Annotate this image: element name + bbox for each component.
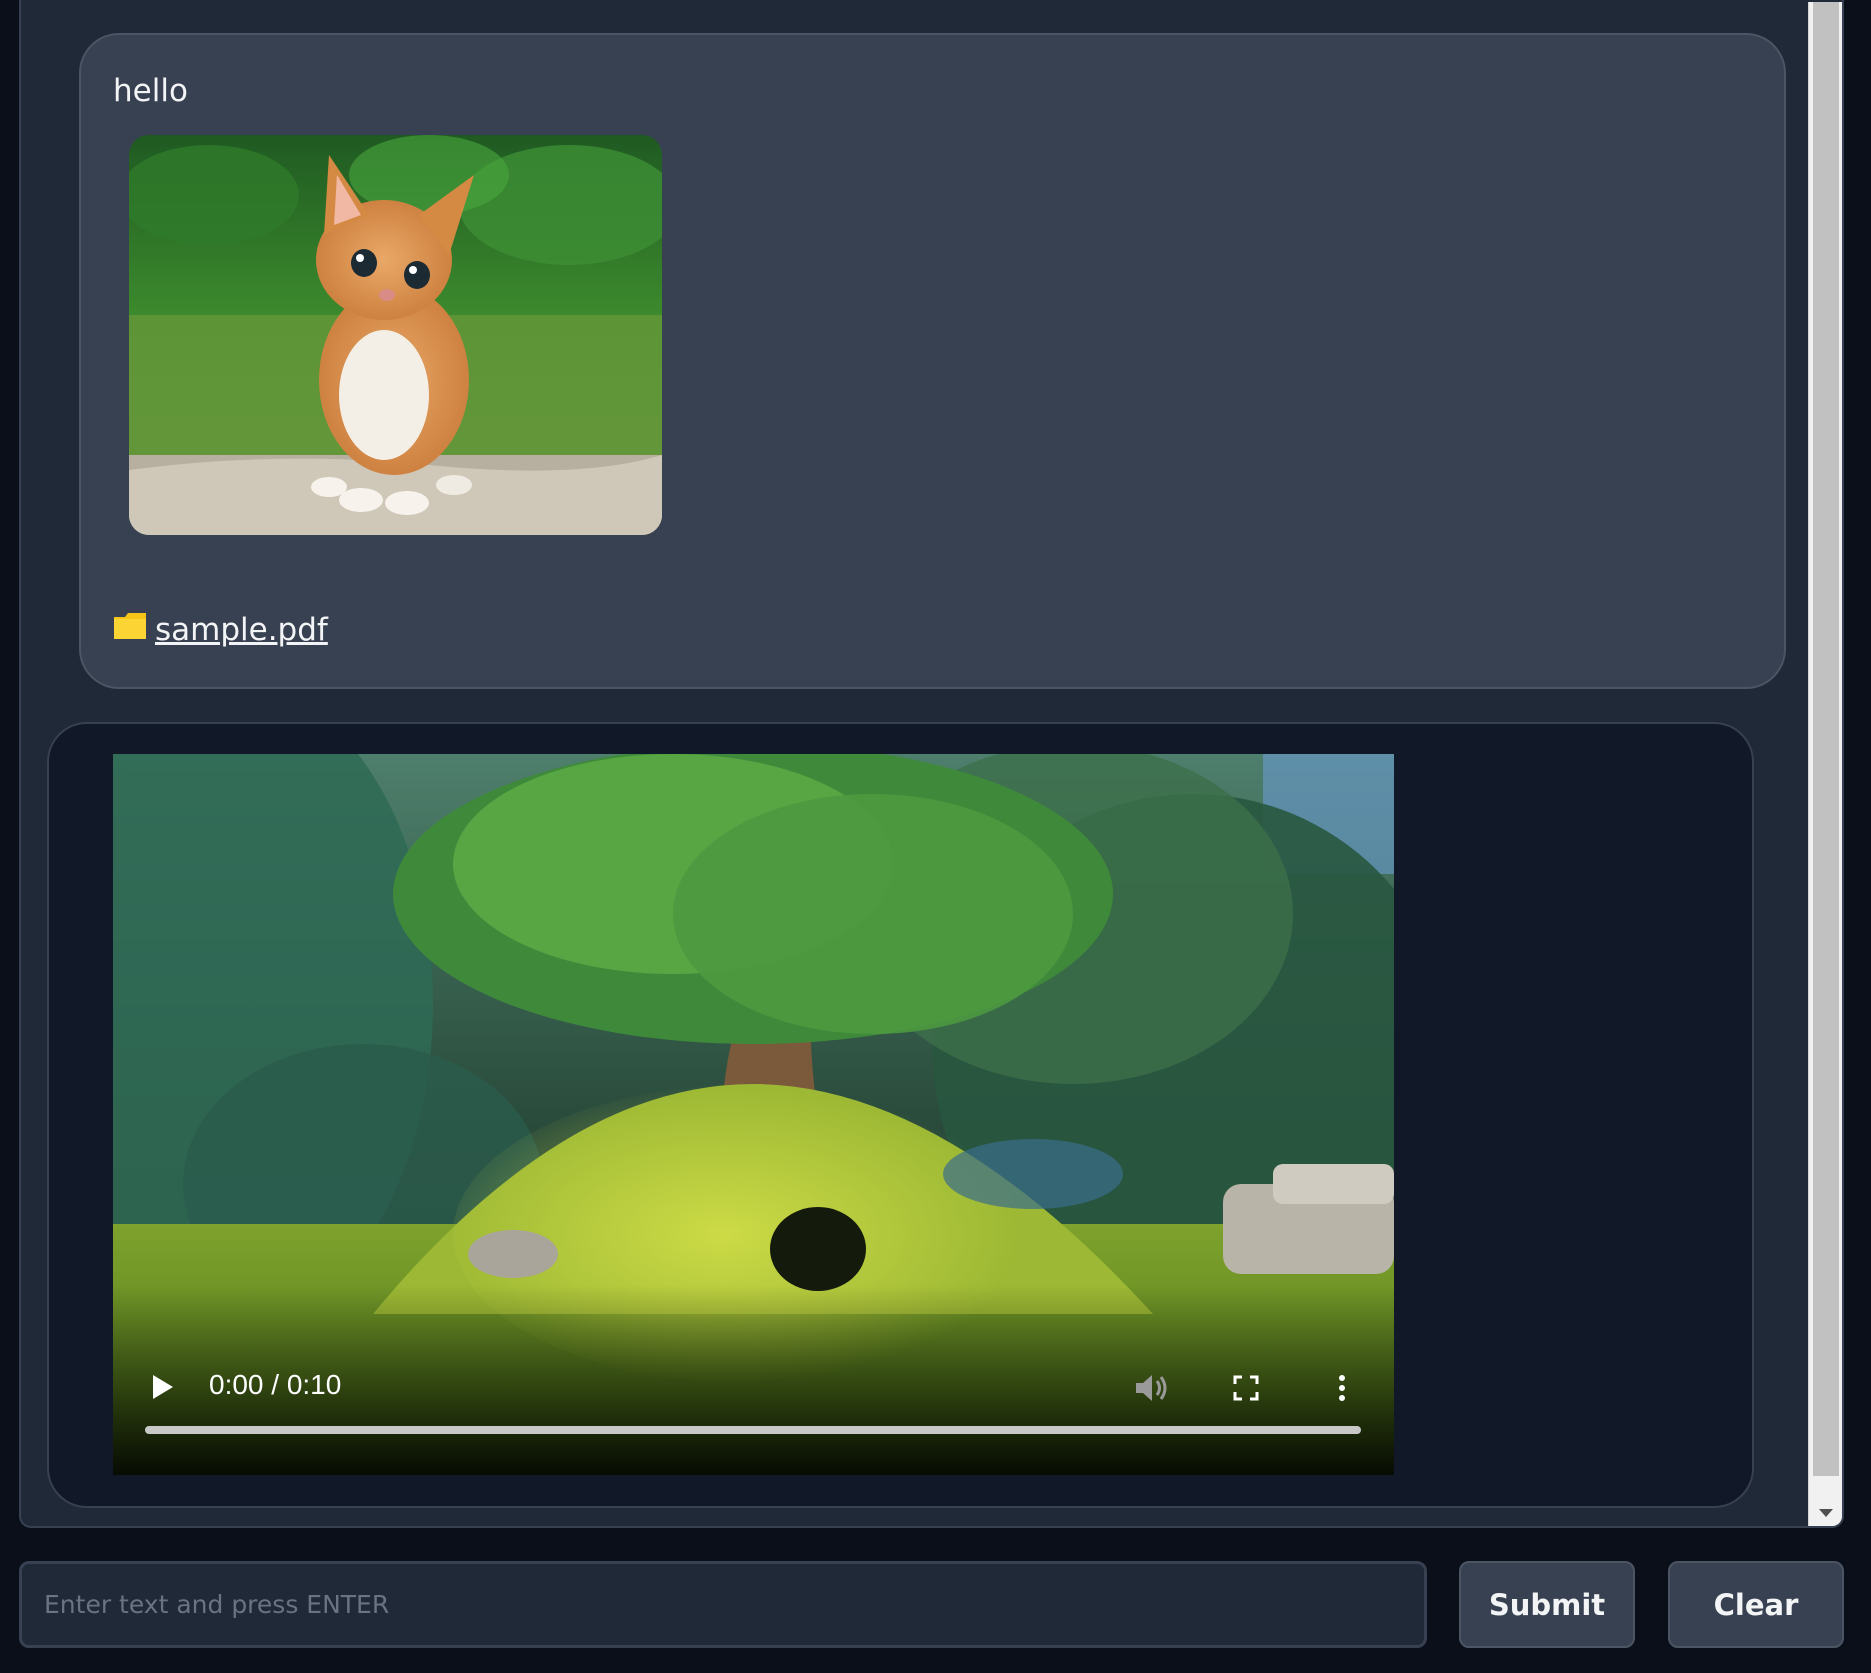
more-options-button[interactable] — [1322, 1368, 1362, 1408]
scroll-down-arrow[interactable] — [1809, 1496, 1842, 1526]
chat-scrollbar[interactable] — [1808, 2, 1842, 1526]
mute-button[interactable] — [1131, 1368, 1171, 1408]
fullscreen-button[interactable] — [1226, 1368, 1266, 1408]
more-vertical-icon — [1339, 1375, 1345, 1401]
input-placeholder: Enter text and press ENTER — [44, 1590, 390, 1619]
bot-message: 0:00 / 0:10 — [47, 722, 1754, 1508]
fullscreen-icon — [1233, 1375, 1259, 1401]
kitten-image[interactable] — [129, 135, 662, 535]
submit-button[interactable]: Submit — [1459, 1561, 1635, 1648]
video-player[interactable]: 0:00 / 0:10 — [113, 754, 1394, 1475]
folder-icon — [113, 611, 147, 649]
chatbot-panel: hello sample.pdf 0:00 / 0:10 — [19, 0, 1844, 1528]
play-button[interactable] — [147, 1371, 179, 1403]
play-icon — [153, 1375, 173, 1399]
scrollbar-thumb[interactable] — [1813, 2, 1839, 1476]
file-link[interactable]: sample.pdf — [113, 611, 328, 649]
volume-icon — [1136, 1375, 1167, 1401]
video-progress-bar[interactable] — [145, 1426, 1361, 1434]
clear-button[interactable]: Clear — [1668, 1561, 1844, 1648]
message-input[interactable]: Enter text and press ENTER — [19, 1561, 1427, 1648]
user-message: hello sample.pdf — [79, 33, 1786, 689]
caret-down-icon — [1819, 1509, 1833, 1517]
file-name: sample.pdf — [155, 612, 328, 648]
video-time: 0:00 / 0:10 — [209, 1369, 342, 1400]
message-text: hello — [113, 73, 188, 109]
